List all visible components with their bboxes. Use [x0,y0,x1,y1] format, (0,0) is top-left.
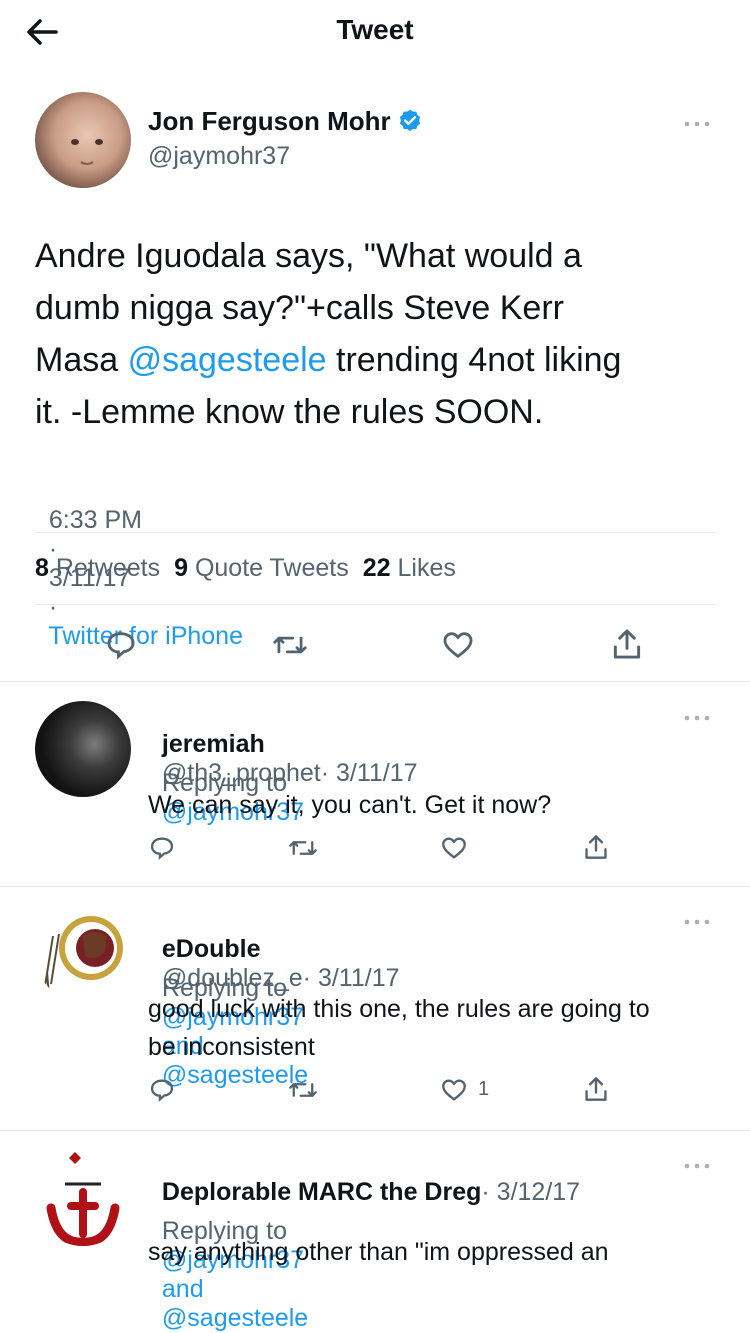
divider [35,604,715,605]
retweet-icon[interactable] [272,628,308,667]
quotes-label: Quote Tweets [194,554,349,582]
reply-avatar[interactable] [35,906,131,1002]
mention-link[interactable]: @sagesteele [128,341,327,379]
quotes-count: 9 [174,554,188,582]
author-name[interactable]: Jon Ferguson Mohr [148,106,391,137]
tweet-text-fragment: trending 4not liking [326,341,622,379]
more-options-icon[interactable] [682,914,712,925]
share-icon[interactable] [583,1074,609,1109]
tweet-text: Andre Iguodala says, "What would a dumb … [35,230,735,438]
reply-icon[interactable] [104,628,138,667]
likes-label: Likes [397,554,456,582]
reply-date[interactable]: · 3/12/17 [481,1178,580,1206]
likes-count: 22 [362,554,391,582]
verified-badge-icon [397,108,423,134]
reply-date[interactable]: · 3/11/17 [321,759,418,787]
reply-text: say anything other than "im oppressed an [148,1233,609,1271]
tweet-text-line: Andre Iguodala says, "What would a [35,237,582,275]
reply-date[interactable]: · 3/11/17 [303,964,400,992]
reply-text-line: We can say it, you can't. Get it now? [148,791,552,819]
more-options-icon[interactable] [682,116,712,127]
tweet-text-line: it. -Lemme know the rules SOON. [35,393,544,431]
retweet-icon[interactable] [288,1076,318,1109]
top-bar: Tweet [0,0,750,62]
author-name-row[interactable]: Jon Ferguson Mohr [148,104,423,138]
tweet-stats: 8 Retweets 9 Quote Tweets 22 Likes [35,554,456,583]
more-options-icon[interactable] [682,1158,712,1169]
reply-text-line: say anything other than "im oppressed an [148,1238,609,1266]
retweets-stat[interactable]: 8 Retweets [35,554,160,583]
likes-stat[interactable]: 22 Likes [363,554,456,583]
reply-text-line: be inconsistent [148,1033,315,1061]
reply-avatar[interactable] [35,1150,131,1246]
divider [0,681,750,682]
author-avatar[interactable] [35,92,131,188]
divider [35,532,715,533]
retweet-icon[interactable] [288,834,318,867]
reply-icon[interactable] [148,834,176,867]
meta-separator: · [48,593,58,621]
share-icon[interactable] [583,832,609,867]
like-heart-icon[interactable] [439,834,469,867]
tweet-text-fragment: Masa [35,341,128,379]
retweets-label: Retweets [55,554,161,582]
tweet-text-line: dumb nigga say?"+calls Steve Kerr [35,289,564,327]
reply-text: We can say it, you can't. Get it now? [148,786,551,824]
reply-icon[interactable] [148,1076,176,1109]
divider [0,1130,750,1131]
author-handle[interactable]: @jaymohr37 [148,142,290,171]
tweet-time[interactable]: 6:33 PM [49,506,142,534]
more-options-icon[interactable] [682,710,712,721]
reply-text-line: good luck with this one, the rules are g… [148,995,650,1023]
like-heart-icon[interactable] [439,1076,469,1109]
replying-to-and: and [161,1275,204,1303]
divider [0,886,750,887]
retweets-count: 8 [35,554,49,582]
page-title: Tweet [336,14,414,45]
share-icon[interactable] [611,626,643,667]
like-heart-icon[interactable] [440,628,476,667]
quote-tweets-stat[interactable]: 9 Quote Tweets [174,554,349,583]
tweet-source-link[interactable]: Twitter for iPhone [48,622,243,650]
like-count: 1 [478,1078,490,1100]
replying-to-link[interactable]: @sagesteele [162,1304,308,1332]
tweet-text-line: Masa @sagesteele trending 4not liking [35,334,735,386]
reply-avatar[interactable] [35,701,131,797]
reply-text: good luck with this one, the rules are g… [148,990,650,1066]
